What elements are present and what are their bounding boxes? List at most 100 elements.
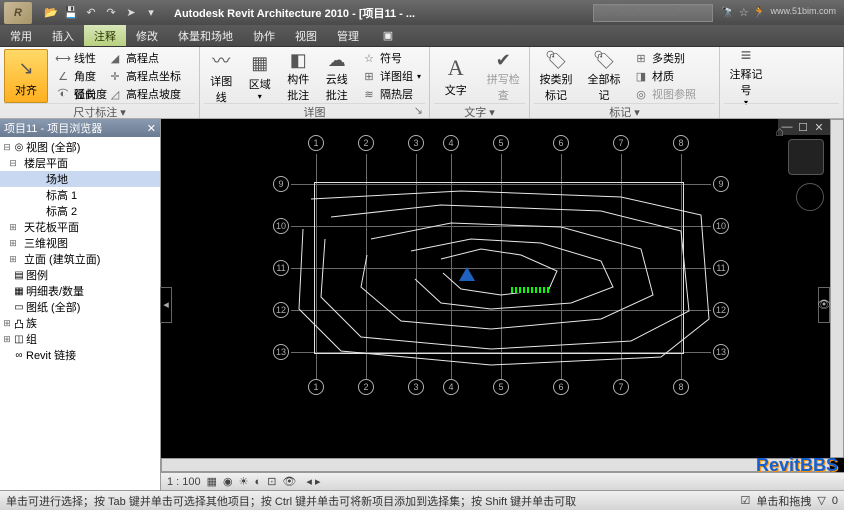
drawing-view[interactable]: — ☐ ✕ ▾ ⌂ [161,119,844,490]
detail-line-button[interactable]: 〰详图 线 [204,49,239,103]
spellcheck-button: ✔拼写检查 [482,49,526,103]
region-button[interactable]: ▦区域▾ [243,49,278,103]
nav-left-handle[interactable]: ◂ [160,287,172,323]
crop-icon[interactable]: ⊡ [267,475,276,488]
dim-angle-button[interactable]: ∠角度 [52,67,100,85]
visual-style-icon[interactable]: ◉ [223,475,233,488]
panel-expand-icon[interactable]: ↘ [414,104,423,117]
material-button[interactable]: ◨材质 [630,67,700,85]
tree-legend: ▤图例 [0,267,160,283]
detail-level-icon[interactable]: ▦ [207,475,217,488]
sheets-icon: ▭ [12,301,26,313]
browser-close-icon[interactable]: ✕ [147,122,156,135]
qat-redo-icon[interactable]: ↷ [102,4,120,22]
tab-massing[interactable]: 体量和场地 [168,25,243,46]
tag-all-button[interactable]: 🏷全部标记 [582,49,626,103]
tree-level1: 标高 1 [0,187,160,203]
grid-bubble: 13 [273,344,289,360]
keynote-button[interactable]: ≡注释记号▾ [724,49,768,103]
tab-view[interactable]: 视图 [285,25,327,46]
grid-bubble: 5 [493,379,509,395]
north-arrow-icon [459,267,475,281]
tag-icon: 🏷 [542,50,570,71]
fam-icon: 凸 [12,317,26,329]
grid-bubble: 3 [408,379,424,395]
tree-sheets: ▭图纸 (全部) [0,299,160,315]
dim-aligned-button[interactable]: ↘对齐 [4,49,48,103]
qat-undo-icon[interactable]: ↶ [82,4,100,22]
cloud-icon: ☁ [323,50,351,71]
tab-collab[interactable]: 协作 [243,25,285,46]
tab-insert[interactable]: 插入 [42,25,84,46]
region-icon: ▦ [246,51,274,76]
legend-icon: ▤ [12,269,26,281]
url-hint: www.51bim.com [770,6,836,19]
sun-icon[interactable]: ☀ [239,475,249,488]
status-val: 0 [832,495,838,507]
topography [161,119,841,459]
tab-annotate[interactable]: 注释 [84,25,126,46]
scroll-horizontal[interactable] [161,458,830,472]
dim-linear-button[interactable]: ⟷线性 [52,49,100,67]
hide-icon[interactable]: 👁 [282,475,296,488]
views-icon: ◎ [12,141,26,153]
comm-icon[interactable]: ☆ [739,6,749,19]
insulation-button[interactable]: ≋隔热层 [358,85,425,103]
spot-elev-button[interactable]: ◢高程点 [104,49,185,67]
component-button[interactable]: ◧构件 批注 [281,49,316,103]
qat-cursor-icon[interactable]: ➤ [122,4,140,22]
keynote-icon: ≡ [732,45,760,66]
detail-group-button[interactable]: ⊞详图组 ▾ [358,67,425,85]
angle-icon: ∠ [56,69,70,83]
panel-tag-label[interactable]: 标记 ▾ [609,107,640,119]
press-drag-icon[interactable]: ☑ [741,494,751,507]
app-icon[interactable]: R [4,2,32,24]
canvas[interactable]: 1122334455667788991010111112121313 [161,119,844,472]
man-icon[interactable]: 🏃 [753,6,767,19]
qat-dropdown-icon[interactable]: ▾ [142,4,160,22]
text-button[interactable]: A文字 [434,49,478,103]
grid-bubble: 4 [443,135,459,151]
panel-text-label[interactable]: 文字 ▾ [464,107,495,119]
tagall-icon: 🏷 [590,50,618,71]
binoculars-icon[interactable]: 🔭 [721,6,735,19]
multi-cat-button[interactable]: ⊞多类别 [630,49,700,67]
tree-floorplans: ⊟楼层平面 [0,155,160,171]
grid-bubble: 5 [493,135,509,151]
grid-bubble: 10 [273,218,289,234]
qat-open-icon[interactable]: 📂 [42,4,60,22]
quick-access-toolbar: 📂 💾 ↶ ↷ ➤ ▾ [36,4,166,22]
dim-arclen-button[interactable]: ⌒弧长度 [52,85,111,103]
material-icon: ◨ [634,69,648,83]
tag-bycat-button[interactable]: 🏷按类别 标记 [534,49,578,103]
nav-arrows[interactable]: ◂ ▸ [306,475,320,488]
status-bar: 单击可进行选择；按 Tab 键并单击可选择其他项目；按 Ctrl 键并单击可将新… [0,490,844,510]
tab-extra-icon[interactable]: ▣ [369,25,407,46]
filter-icon[interactable]: ▽ [817,494,825,507]
spot-coord-button[interactable]: ✛高程点坐标 [104,67,185,85]
cloud-button[interactable]: ☁云线 批注 [320,49,355,103]
shadow-icon[interactable]: ◐ [255,476,262,488]
qat-save-icon[interactable]: 💾 [62,4,80,22]
tab-modify[interactable]: 修改 [126,25,168,46]
text-icon: A [442,54,470,82]
linear-icon: ⟷ [56,51,70,65]
section-marker [511,287,549,293]
tree-families: ⊞凸族 [0,315,160,331]
symbol-button[interactable]: ☆符号 [358,49,425,67]
tab-manage[interactable]: 管理 [327,25,369,46]
spell-icon: ✔ [489,50,517,71]
tree-sched: ▦明细表/数量 [0,283,160,299]
tab-home[interactable]: 常用 [0,25,42,46]
scroll-vertical[interactable] [830,119,844,458]
grid-bubble: 11 [273,260,289,276]
help-search-input[interactable] [593,4,713,22]
panel-dim-label[interactable]: 尺寸标注 ▾ [73,107,126,119]
grid-bubble: 2 [358,135,374,151]
link-icon: ∞ [12,349,26,361]
browser-tree[interactable]: ⊟◎视图 (全部) ⊟楼层平面 场地 标高 1 标高 2 ⊞天花板平面 ⊞三维视… [0,137,160,490]
nav-right-handle[interactable]: 👁 [818,287,830,323]
grid-bubble: 9 [713,176,729,192]
scale-label[interactable]: 1 : 100 [167,476,201,488]
tree-links: ∞Revit 链接 [0,347,160,363]
